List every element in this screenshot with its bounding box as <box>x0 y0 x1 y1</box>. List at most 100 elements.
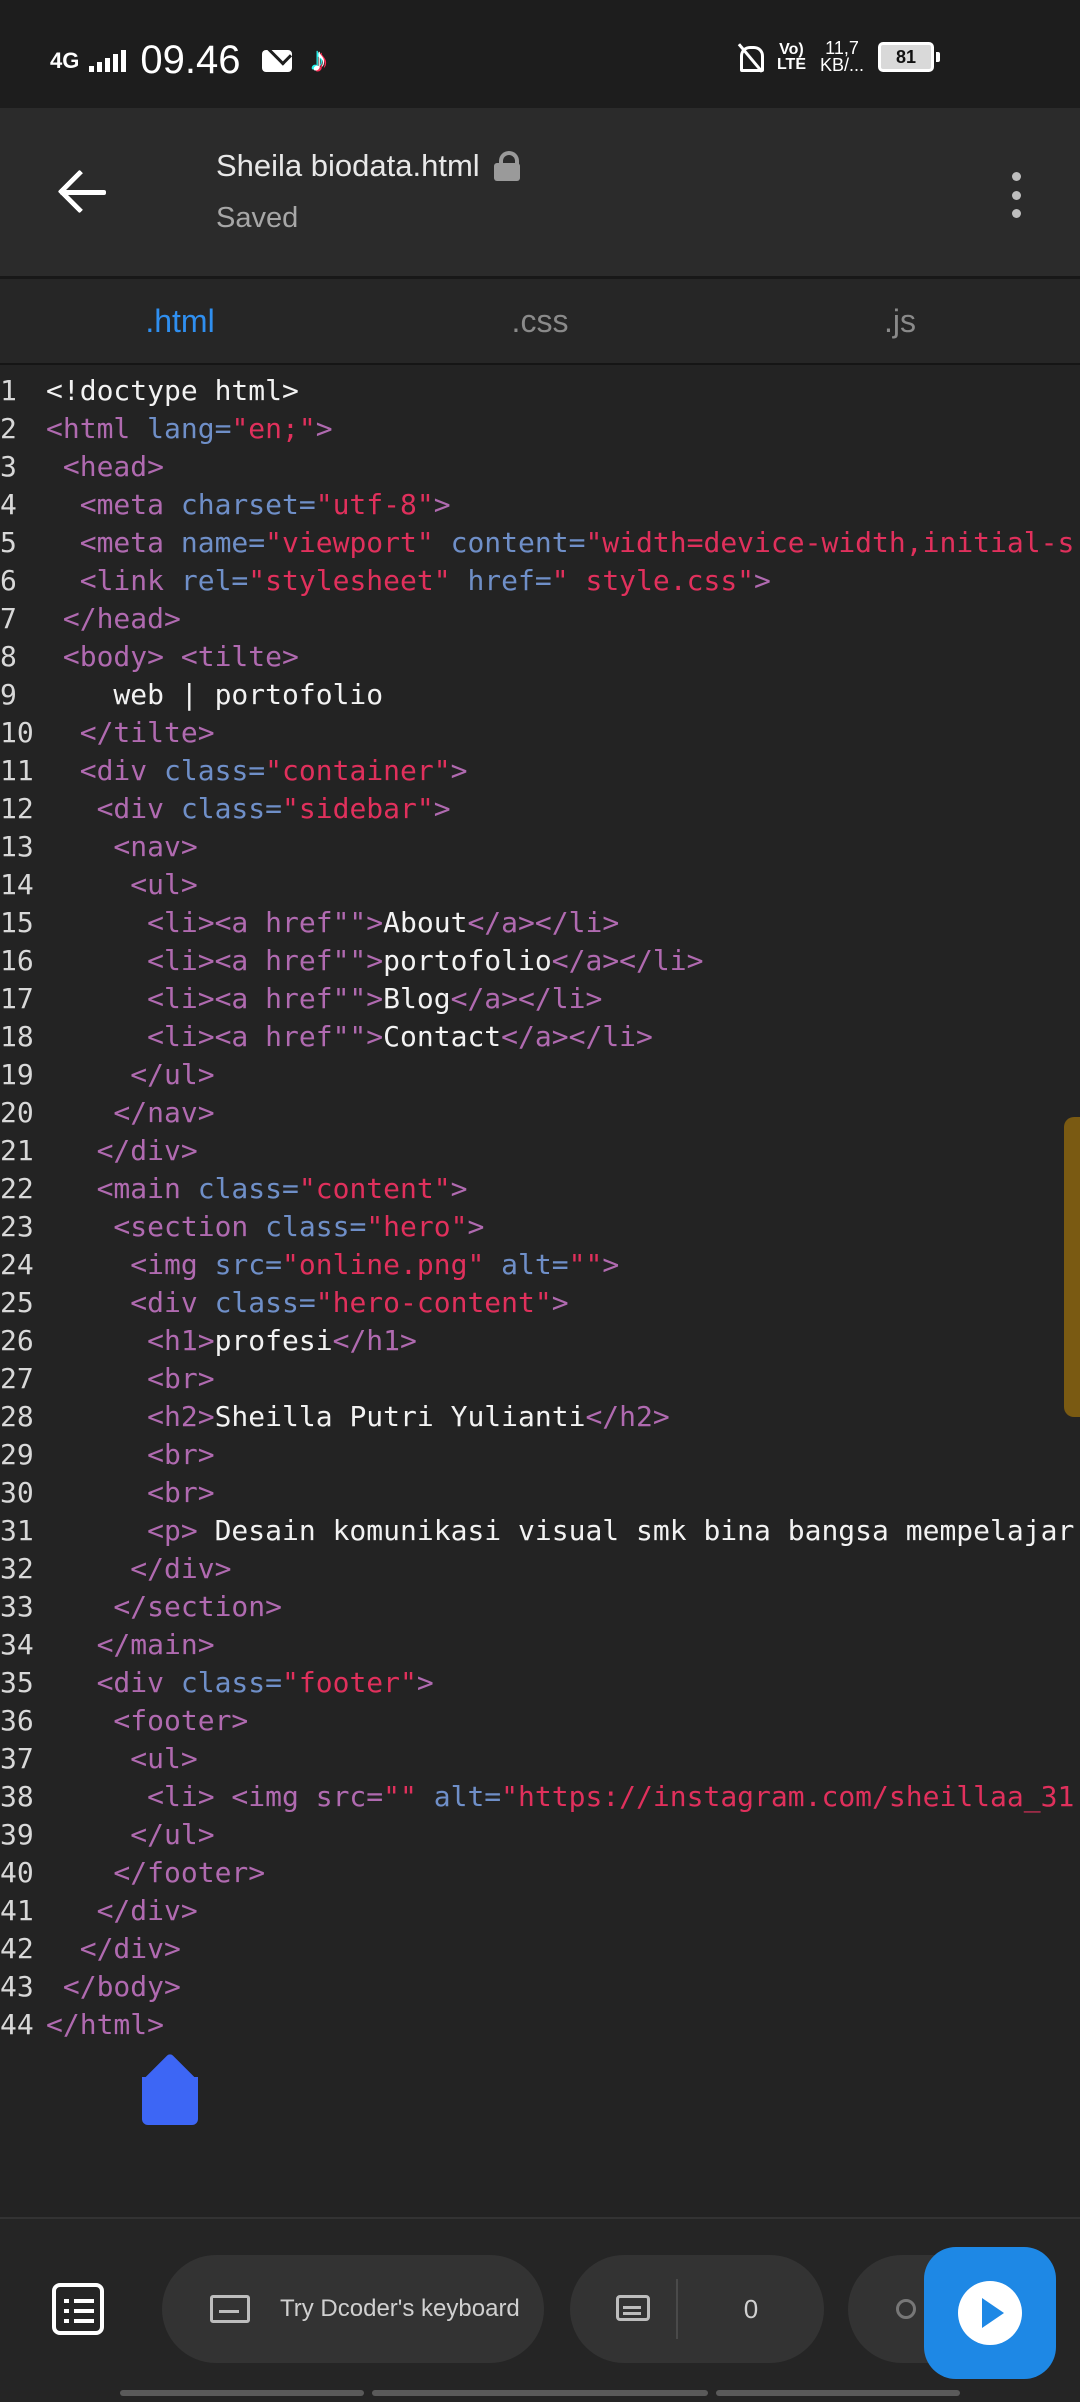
line-number: 38 <box>0 1780 34 1813</box>
save-status: Saved <box>216 202 299 234</box>
line-code: <div class="hero-content"> <box>46 1284 568 1322</box>
code-token: <li><a href""> <box>46 982 384 1015</box>
code-token: > <box>315 412 333 445</box>
code-token: portofolio <box>383 944 552 977</box>
code-token: > <box>433 488 451 521</box>
code-token: " style.css" <box>551 564 755 597</box>
code-token: href= <box>450 564 552 597</box>
back-arrow-icon[interactable] <box>56 166 108 218</box>
run-button[interactable] <box>924 2247 1056 2379</box>
mail-icon <box>262 49 293 72</box>
status-bar: 4G 09.46 ♪ Vo) LTE 11,7 KB/... 81 <box>0 0 1080 108</box>
line-number: 40 <box>0 1856 34 1889</box>
line-number: 9 <box>0 678 17 711</box>
comment-icon <box>616 2295 650 2321</box>
line-number: 3 <box>0 450 17 483</box>
line-number: 13 <box>0 830 34 863</box>
code-token: <!doctype html> <box>46 374 299 407</box>
code-token: About <box>383 906 468 939</box>
line-code: <html lang="en;"> <box>46 410 333 448</box>
tiktok-icon: ♪ <box>310 41 328 79</box>
code-token: <div <box>46 792 181 825</box>
tab-js[interactable]: .js <box>720 279 1080 363</box>
code-token: Contact <box>383 1020 502 1053</box>
volte-bottom: LTE <box>776 56 806 73</box>
comments-button[interactable]: 0 <box>570 2255 824 2363</box>
code-token: class= <box>164 754 266 787</box>
code-token: "content" <box>298 1172 451 1205</box>
volte-indicator: Vo) LTE <box>776 42 806 73</box>
code-token: <img <box>46 1248 215 1281</box>
line-number: 37 <box>0 1742 34 1775</box>
line-code: <li><a href"">Contact</a></li> <box>46 1018 653 1056</box>
code-token: > <box>450 1172 468 1205</box>
line-number: 10 <box>0 716 34 749</box>
line-number: 32 <box>0 1552 34 1585</box>
line-code: <section class="hero"> <box>46 1208 484 1246</box>
line-number: 25 <box>0 1286 34 1319</box>
line-code: </ul> <box>46 1056 214 1094</box>
tab-html[interactable]: .html <box>0 279 360 363</box>
line-number: 28 <box>0 1400 34 1433</box>
line-code: <li><a href"">portofolio</a></li> <box>46 942 703 980</box>
outline-list-icon[interactable] <box>52 2283 104 2335</box>
line-number: 30 <box>0 1476 34 1509</box>
code-token: </a></li> <box>467 906 620 939</box>
code-token: </a></li> <box>551 944 704 977</box>
code-token: "utf-8" <box>315 488 434 521</box>
line-code: </head> <box>46 600 181 638</box>
line-code: <li><a href"">Blog</a></li> <box>46 980 602 1018</box>
line-code: <body> <tilte> <box>46 638 299 676</box>
line-code: <li><a href"">About</a></li> <box>46 904 619 942</box>
line-code: <div class="sidebar"> <box>46 790 451 828</box>
code-token: "" <box>568 1248 603 1281</box>
code-token: <div <box>46 1286 215 1319</box>
battery-level: 81 <box>878 42 934 72</box>
line-code: </nav> <box>46 1094 215 1132</box>
cursor-handle-icon[interactable] <box>142 2057 198 2125</box>
code-editor[interactable]: 1 <!doctype html> 2 <html lang="en;"> 3 <hea… <box>0 372 1080 2217</box>
try-keyboard-button[interactable]: Try Dcoder's keyboard <box>162 2255 544 2363</box>
line-code: <h2>Sheilla Putri Yulianti</h2> <box>46 1398 670 1436</box>
scrollbar-thumb[interactable] <box>1064 1117 1080 1417</box>
line-number: 39 <box>0 1818 34 1851</box>
code-token: <h2> <box>46 1400 215 1433</box>
code-token: "online.png" <box>282 1248 485 1281</box>
code-token: Blog <box>383 982 451 1015</box>
line-number: 11 <box>0 754 34 787</box>
code-token: > <box>416 1666 434 1699</box>
line-code: </section> <box>46 1588 282 1626</box>
line-number: 36 <box>0 1704 34 1737</box>
code-token: <p> <box>46 1514 198 1547</box>
line-number: 17 <box>0 982 34 1015</box>
line-code: <nav> <box>46 828 198 866</box>
code-token: </head> <box>46 602 181 635</box>
code-token: src= <box>214 1248 283 1281</box>
line-code: <img src="online.png" alt=""> <box>46 1246 619 1284</box>
code-token: > <box>754 564 771 597</box>
line-code: <ul> <box>46 866 197 904</box>
code-token: alt= <box>484 1248 569 1281</box>
code-token: "sidebar" <box>282 792 434 825</box>
code-token: class= <box>180 792 283 825</box>
line-number: 5 <box>0 526 17 559</box>
more-vert-icon[interactable] <box>996 172 1036 218</box>
code-token: <nav> <box>46 830 198 863</box>
code-token: </section> <box>46 1590 283 1623</box>
tab-css[interactable]: .css <box>360 279 720 363</box>
code-token: "stylesheet" <box>248 564 451 597</box>
line-number: 29 <box>0 1438 34 1471</box>
code-token: </main> <box>46 1628 215 1661</box>
line-code: <!doctype html> <box>46 372 299 410</box>
line-number: 41 <box>0 1894 34 1927</box>
code-token: </nav> <box>46 1096 215 1129</box>
file-title[interactable]: Sheila biodata.html <box>216 148 520 184</box>
line-code: </ul> <box>46 1816 214 1854</box>
code-token: > <box>467 1210 485 1243</box>
code-token: <footer> <box>46 1704 249 1737</box>
code-token: web | portofolio <box>46 678 384 711</box>
code-token: <li> <img src= <box>46 1780 384 1813</box>
line-number: 16 <box>0 944 34 977</box>
line-code: </footer> <box>46 1854 265 1892</box>
code-token: </h2> <box>585 1400 670 1433</box>
